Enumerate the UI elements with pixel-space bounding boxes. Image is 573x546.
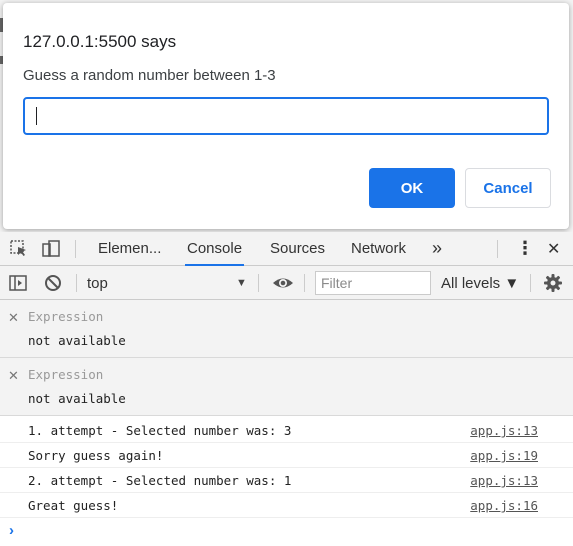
source-link[interactable]: app.js:13 (470, 423, 538, 438)
source-link[interactable]: app.js:16 (470, 498, 538, 513)
toolbar-divider (530, 274, 531, 292)
log-levels-dropdown[interactable]: All levels ▼ (441, 275, 519, 292)
console-toolbar: top ▼ All levels ▼ (0, 266, 573, 300)
console-message-text: Sorry guess again! (28, 448, 164, 463)
source-link[interactable]: app.js:13 (470, 473, 538, 488)
console-message-text: 1. attempt - Selected number was: 3 (28, 423, 292, 438)
tab-console[interactable]: Console (185, 232, 245, 266)
dialog-origin: 127.0.0.1:5500 says (23, 32, 177, 51)
expression-label[interactable]: Expression (28, 309, 103, 324)
remove-expression-icon[interactable]: ✕ (8, 310, 19, 326)
console-message: Great guess! app.js:16 (0, 493, 573, 518)
ok-button[interactable]: OK (369, 168, 455, 208)
clear-console-icon[interactable] (43, 273, 63, 293)
kebab-menu-icon[interactable]: ⋮ (514, 232, 536, 265)
expression-label[interactable]: Expression (28, 367, 103, 382)
console-message-text: 2. attempt - Selected number was: 1 (28, 473, 292, 488)
text-caret (36, 107, 37, 125)
devtools-tab-bar: Elemen... Console Sources Network » ⋮ ✕ (0, 232, 573, 266)
toolbar-divider (304, 274, 305, 292)
console-message: 2. attempt - Selected number was: 1 app.… (0, 468, 573, 493)
live-expression-eye-icon[interactable] (272, 273, 293, 293)
console-message: 1. attempt - Selected number was: 3 app.… (0, 418, 573, 443)
console-prompt[interactable]: › (9, 522, 14, 539)
toolbar-divider (76, 274, 77, 292)
toolbar-divider (258, 274, 259, 292)
console-message-text: Great guess! (28, 498, 119, 513)
more-tabs-icon[interactable]: » (430, 232, 444, 265)
gear-icon[interactable] (543, 273, 563, 293)
devtools-panel: Elemen... Console Sources Network » ⋮ ✕ … (0, 232, 573, 546)
cancel-button[interactable]: Cancel (465, 168, 551, 208)
tab-elements[interactable]: Elemen... (96, 232, 163, 265)
dialog-message: Guess a random number between 1-3 (23, 67, 276, 84)
dialog-input[interactable] (23, 97, 549, 135)
toolbar-divider (497, 240, 498, 258)
sidebar-toggle-icon[interactable] (8, 273, 28, 293)
device-toolbar-icon[interactable] (41, 239, 61, 259)
inspect-element-icon[interactable] (9, 239, 29, 259)
tab-network[interactable]: Network (349, 232, 408, 265)
prompt-dialog: 127.0.0.1:5500 says Guess a random numbe… (3, 3, 569, 229)
filter-input[interactable] (315, 271, 431, 295)
expression-value: not available (28, 391, 126, 406)
toolbar-divider (75, 240, 76, 258)
context-selector[interactable]: top (87, 275, 108, 292)
console-message: Sorry guess again! app.js:19 (0, 443, 573, 468)
live-expression: ✕ Expression not available (0, 300, 573, 358)
chevron-down-icon[interactable]: ▼ (236, 277, 247, 289)
expression-value: not available (28, 333, 126, 348)
close-icon[interactable]: ✕ (545, 232, 562, 265)
source-link[interactable]: app.js:19 (470, 448, 538, 463)
live-expression: ✕ Expression not available (0, 358, 573, 416)
tab-sources[interactable]: Sources (268, 232, 327, 265)
remove-expression-icon[interactable]: ✕ (8, 368, 19, 384)
